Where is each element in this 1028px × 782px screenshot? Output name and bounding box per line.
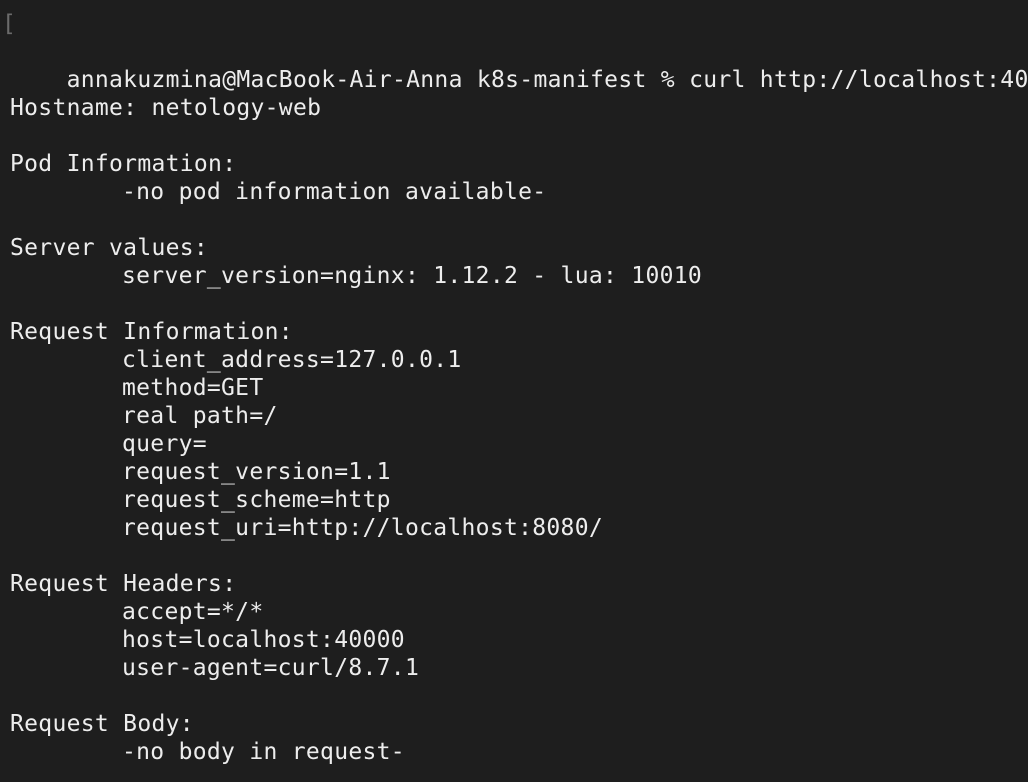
request-body-header: Request Body: bbox=[10, 711, 194, 737]
accept-header-value: accept=*/* bbox=[122, 599, 264, 625]
request-uri-value: request_uri=http://localhost:8080/ bbox=[122, 515, 604, 541]
command-prompt-line: [ annakuzmina@MacBook-Air-Anna k8s-manif… bbox=[2, 10, 1028, 93]
method-value: method=GET bbox=[122, 375, 264, 401]
pod-info-value: -no pod information available- bbox=[122, 179, 547, 205]
terminal-window[interactable]: [ annakuzmina@MacBook-Air-Anna k8s-manif… bbox=[0, 0, 1028, 782]
command-text: annakuzmina@MacBook-Air-Anna k8s-manifes… bbox=[66, 67, 1028, 93]
request-version-value: request_version=1.1 bbox=[122, 459, 391, 485]
server-version-value: server_version=nginx: 1.12.2 - lua: 1001… bbox=[122, 263, 703, 289]
client-address-value: client_address=127.0.0.1 bbox=[122, 347, 462, 373]
request-body-value: -no body in request- bbox=[122, 739, 405, 765]
hostname-line: Hostname: netology-web bbox=[10, 95, 322, 121]
prompt-bracket: [ bbox=[2, 11, 17, 37]
pod-info-header: Pod Information: bbox=[10, 151, 237, 177]
user-agent-header-value: user-agent=curl/8.7.1 bbox=[122, 655, 420, 681]
request-info-header: Request Information: bbox=[10, 319, 293, 345]
query-value: query= bbox=[122, 431, 207, 457]
request-scheme-value: request_scheme=http bbox=[122, 487, 391, 513]
real-path-value: real path=/ bbox=[122, 403, 278, 429]
request-headers-header: Request Headers: bbox=[10, 571, 237, 597]
server-values-header: Server values: bbox=[10, 235, 209, 261]
host-header-value: host=localhost:40000 bbox=[122, 627, 405, 653]
